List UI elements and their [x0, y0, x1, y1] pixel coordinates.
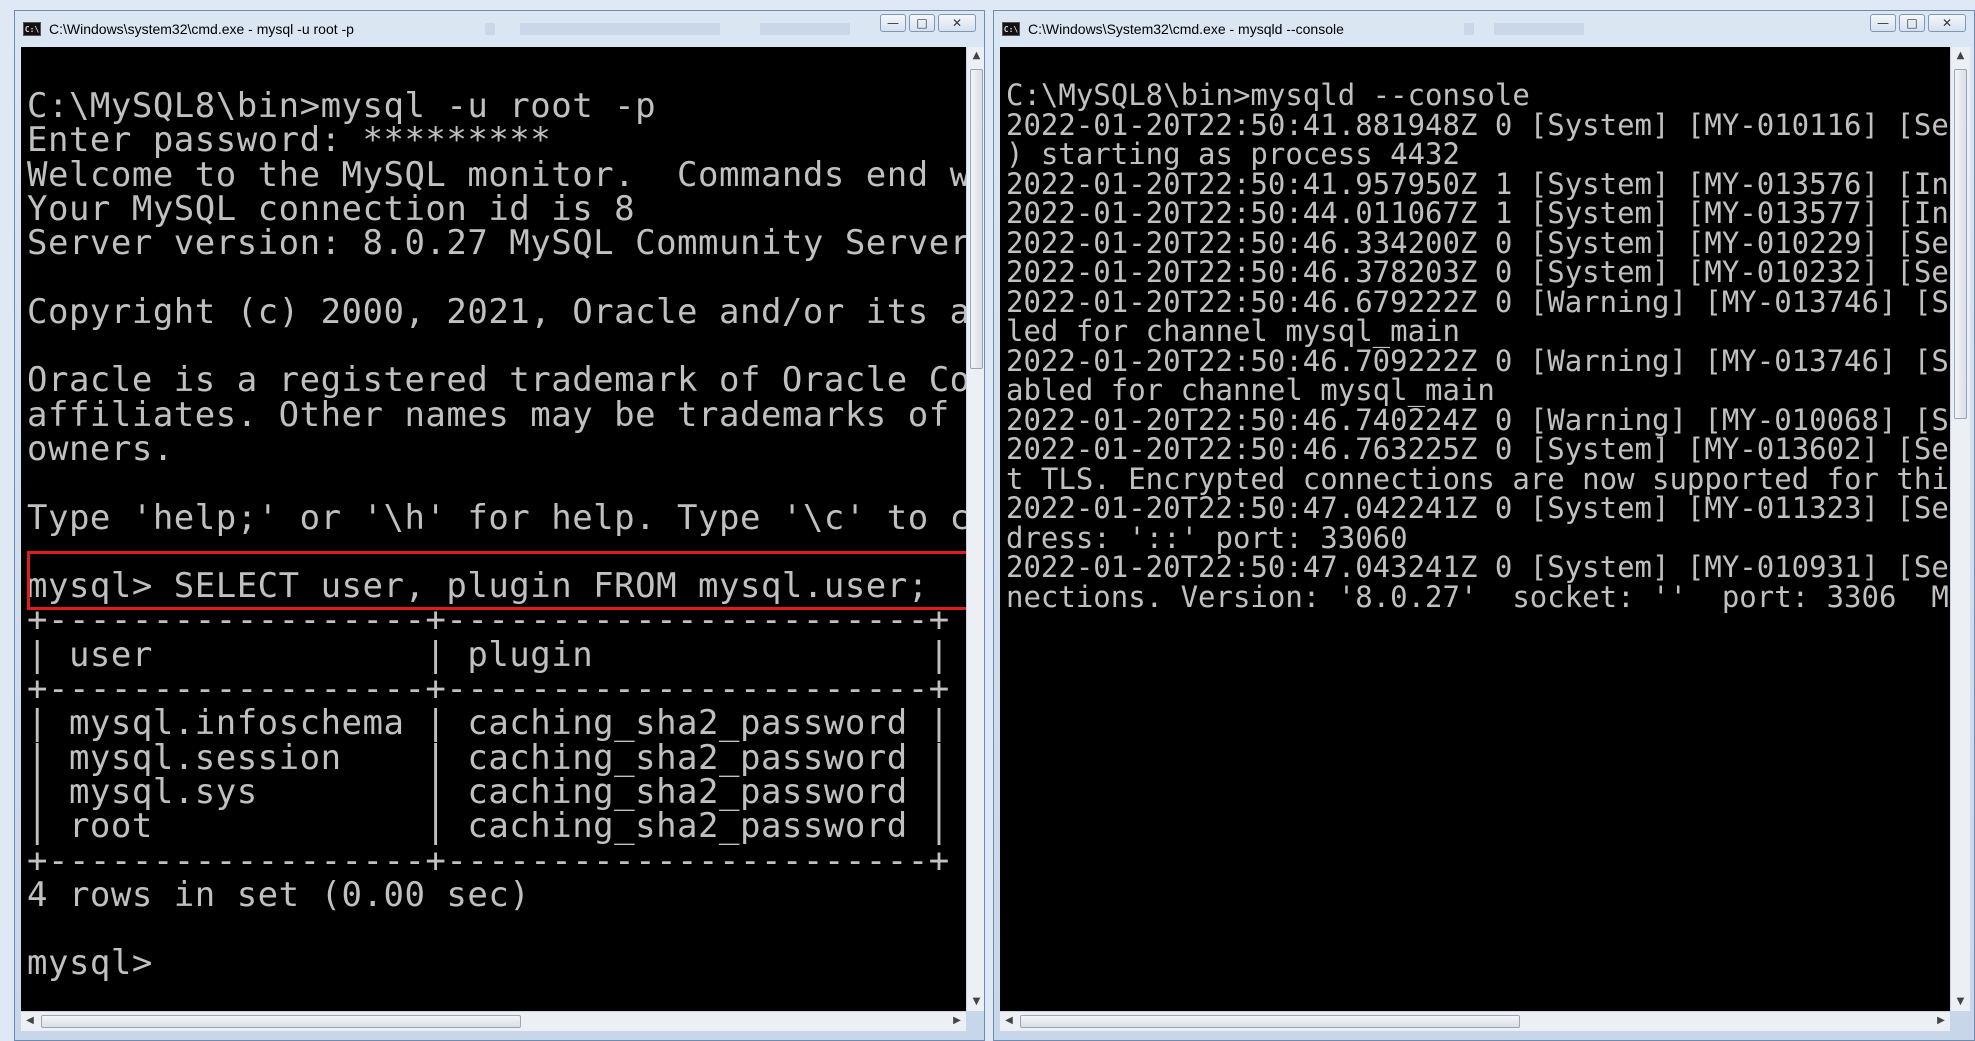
horizontal-scrollbar[interactable]: ◀ ▶ — [1000, 1011, 1950, 1031]
window-title: C:\Windows\System32\cmd.exe - mysqld --c… — [1028, 21, 1344, 37]
background-tab-ghost — [1464, 23, 1474, 35]
scroll-down-icon[interactable]: ▼ — [967, 993, 984, 1011]
scroll-thumb[interactable] — [1020, 1015, 1520, 1028]
close-button[interactable]: ✕ — [938, 14, 976, 32]
scroll-thumb[interactable] — [41, 1015, 521, 1028]
scroll-left-icon[interactable]: ◀ — [1000, 1012, 1018, 1030]
scroll-thumb[interactable] — [1954, 69, 1967, 419]
console-output: C:\MySQL8\bin>mysqld --console 2022-01-2… — [1006, 78, 1950, 614]
mysqld-server-window[interactable]: C:\ C:\Windows\System32\cmd.exe - mysqld… — [993, 10, 1975, 1041]
console-output: C:\MySQL8\bin>mysql -u root -p Enter pas… — [27, 86, 966, 984]
title-bar[interactable]: C:\ C:\Windows\system32\cmd.exe - mysql … — [15, 11, 984, 47]
background-tab-ghost — [1494, 23, 1584, 35]
console-area[interactable]: C:\MySQL8\bin>mysql -u root -p Enter pas… — [21, 47, 966, 1011]
maximize-button[interactable]: □ — [909, 14, 935, 32]
title-bar[interactable]: C:\ C:\Windows\System32\cmd.exe - mysqld… — [994, 11, 1974, 47]
close-button[interactable]: ✕ — [1928, 14, 1966, 32]
cmd-icon: C:\ — [23, 22, 41, 36]
scroll-up-icon[interactable]: ▲ — [1951, 47, 1970, 65]
vertical-scrollbar[interactable]: ▲ ▼ — [1950, 47, 1970, 1011]
minimize-button[interactable]: — — [1870, 14, 1896, 32]
console-area[interactable]: C:\MySQL8\bin>mysqld --console 2022-01-2… — [1000, 47, 1950, 1011]
minimize-button[interactable]: — — [880, 14, 906, 32]
scroll-down-icon[interactable]: ▼ — [1951, 993, 1970, 1011]
scroll-right-icon[interactable]: ▶ — [948, 1012, 966, 1030]
window-title: C:\Windows\system32\cmd.exe - mysql -u r… — [49, 21, 354, 37]
maximize-button[interactable]: □ — [1899, 14, 1925, 32]
background-tab-ghost — [520, 23, 720, 35]
scroll-up-icon[interactable]: ▲ — [967, 47, 984, 65]
cmd-icon: C:\ — [1002, 22, 1020, 36]
vertical-scrollbar[interactable]: ▲ ▼ — [966, 47, 984, 1011]
background-tab-ghost — [760, 23, 850, 35]
horizontal-scrollbar[interactable]: ◀ ▶ — [21, 1011, 966, 1031]
background-tab-ghost — [485, 23, 495, 35]
mysql-client-window[interactable]: C:\ C:\Windows\system32\cmd.exe - mysql … — [14, 10, 985, 1041]
scroll-left-icon[interactable]: ◀ — [21, 1012, 39, 1030]
scroll-right-icon[interactable]: ▶ — [1932, 1012, 1950, 1030]
scroll-thumb[interactable] — [970, 69, 983, 369]
